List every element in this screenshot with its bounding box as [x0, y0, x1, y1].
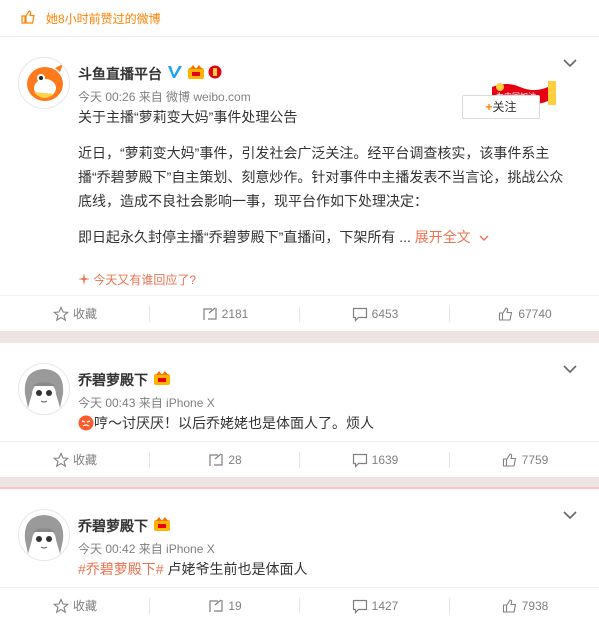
comment-button[interactable]: 1427: [300, 588, 450, 624]
expand-full-link[interactable]: 展开全文: [415, 229, 489, 245]
post-meta: 今天 00:43 来自 iPhone X: [78, 396, 215, 410]
like-button[interactable]: 7759: [450, 442, 599, 478]
vip-crown-icon: [154, 371, 170, 385]
who-replied-link[interactable]: 今天又有谁回应了?: [78, 271, 196, 288]
comment-icon: [352, 453, 367, 468]
post-actions: 收藏 19 1427 7938: [0, 587, 599, 624]
liked-notice-bar: 她8小时前赞过的微博: [0, 0, 599, 37]
chevron-down-icon[interactable]: [563, 58, 577, 68]
thumbs-up-icon: [502, 599, 516, 613]
repost-icon: [203, 307, 217, 320]
comment-button[interactable]: 6453: [300, 296, 450, 332]
favorite-button[interactable]: 收藏: [0, 442, 150, 478]
repost-icon: [209, 599, 223, 612]
hashtag-link[interactable]: #乔碧萝殿下#: [78, 561, 164, 577]
repost-button[interactable]: 28: [150, 442, 300, 478]
repost-button[interactable]: 19: [150, 588, 300, 624]
post-content: #乔碧萝殿下# 卢姥爷生前也是体面人: [78, 557, 568, 581]
post-card: 乔碧萝殿下 今天 00:42 来自 iPhone X #乔碧萝殿下# 卢姥爷生前…: [0, 489, 599, 624]
post-meta: 今天 00:26 来自 微博 weibo.com: [78, 90, 251, 104]
like-button[interactable]: 7938: [450, 588, 599, 624]
repost-icon: [209, 453, 223, 466]
anime-girl-avatar-icon: [19, 364, 69, 414]
emoji-icon: [78, 415, 94, 431]
author-name[interactable]: 乔碧萝殿下: [78, 516, 148, 536]
author-name[interactable]: 乔碧萝殿下: [78, 370, 148, 390]
card-gap: [0, 331, 599, 343]
star-icon: [52, 306, 69, 322]
post-paragraph-truncated: 即日起永久封停主播“乔碧萝殿下”直播间，下架所有 ... 展开全文: [78, 225, 568, 249]
favorite-button[interactable]: 收藏: [0, 588, 150, 624]
post-content: 哼～讨厌厌！以后乔姥姥也是体面人了。烦人: [78, 411, 568, 435]
thumbs-up-icon: [499, 307, 513, 321]
star-icon: [52, 598, 69, 614]
verified-v-icon: [168, 66, 182, 78]
avatar[interactable]: [18, 57, 70, 109]
post-card: 斗鱼直播平台 今天 00:26 来自 微博 weibo.com 为中国加油 +关…: [0, 37, 599, 332]
post-card: 乔碧萝殿下 今天 00:43 来自 iPhone X 哼～讨厌厌！以后乔姥姥也是…: [0, 343, 599, 478]
like-outline-icon: [21, 10, 35, 24]
post-text: 哼～讨厌厌！以后乔姥姥也是体面人了。烦人: [94, 415, 374, 431]
vip-crown-icon: [154, 517, 170, 531]
comment-icon: [352, 599, 367, 614]
avatar[interactable]: [18, 363, 70, 415]
repost-button[interactable]: 2181: [150, 296, 300, 332]
post-title: 关于主播“萝莉变大妈”事件处理公告: [78, 109, 298, 125]
favorite-button[interactable]: 收藏: [0, 296, 150, 332]
post-content: 关于主播“萝莉变大妈”事件处理公告 近日，“萝莉变大妈”事件，引发社会广泛关注。…: [78, 105, 568, 249]
post-actions: 收藏 28 1639 7759: [0, 441, 599, 478]
star-icon: [52, 452, 69, 468]
spark-icon: [78, 273, 90, 285]
thumbs-up-icon: [502, 453, 516, 467]
comment-button[interactable]: 1639: [300, 442, 450, 478]
post-actions: 收藏 2181 6453 67740: [0, 295, 599, 332]
vip-crown-icon: [188, 65, 204, 79]
chevron-down-icon[interactable]: [563, 364, 577, 374]
post-text: 卢姥爷生前也是体面人: [163, 561, 308, 577]
chevron-down-icon: [479, 235, 489, 242]
avatar[interactable]: [18, 509, 70, 561]
douyu-logo-icon: [19, 58, 69, 108]
chevron-down-icon[interactable]: [563, 510, 577, 520]
post-paragraph: 近日，“萝莉变大妈”事件，引发社会广泛关注。经平台调查核实，该事件系主播“乔碧萝…: [78, 145, 564, 209]
post-meta: 今天 00:42 来自 iPhone X: [78, 542, 215, 556]
anime-girl-avatar-icon: [19, 510, 69, 560]
liked-notice-text: 她8小时前赞过的微博: [46, 12, 161, 26]
like-button[interactable]: 67740: [450, 296, 599, 332]
comment-icon: [352, 307, 367, 322]
red-badge-icon: [208, 65, 222, 79]
author-name[interactable]: 斗鱼直播平台: [78, 64, 162, 84]
